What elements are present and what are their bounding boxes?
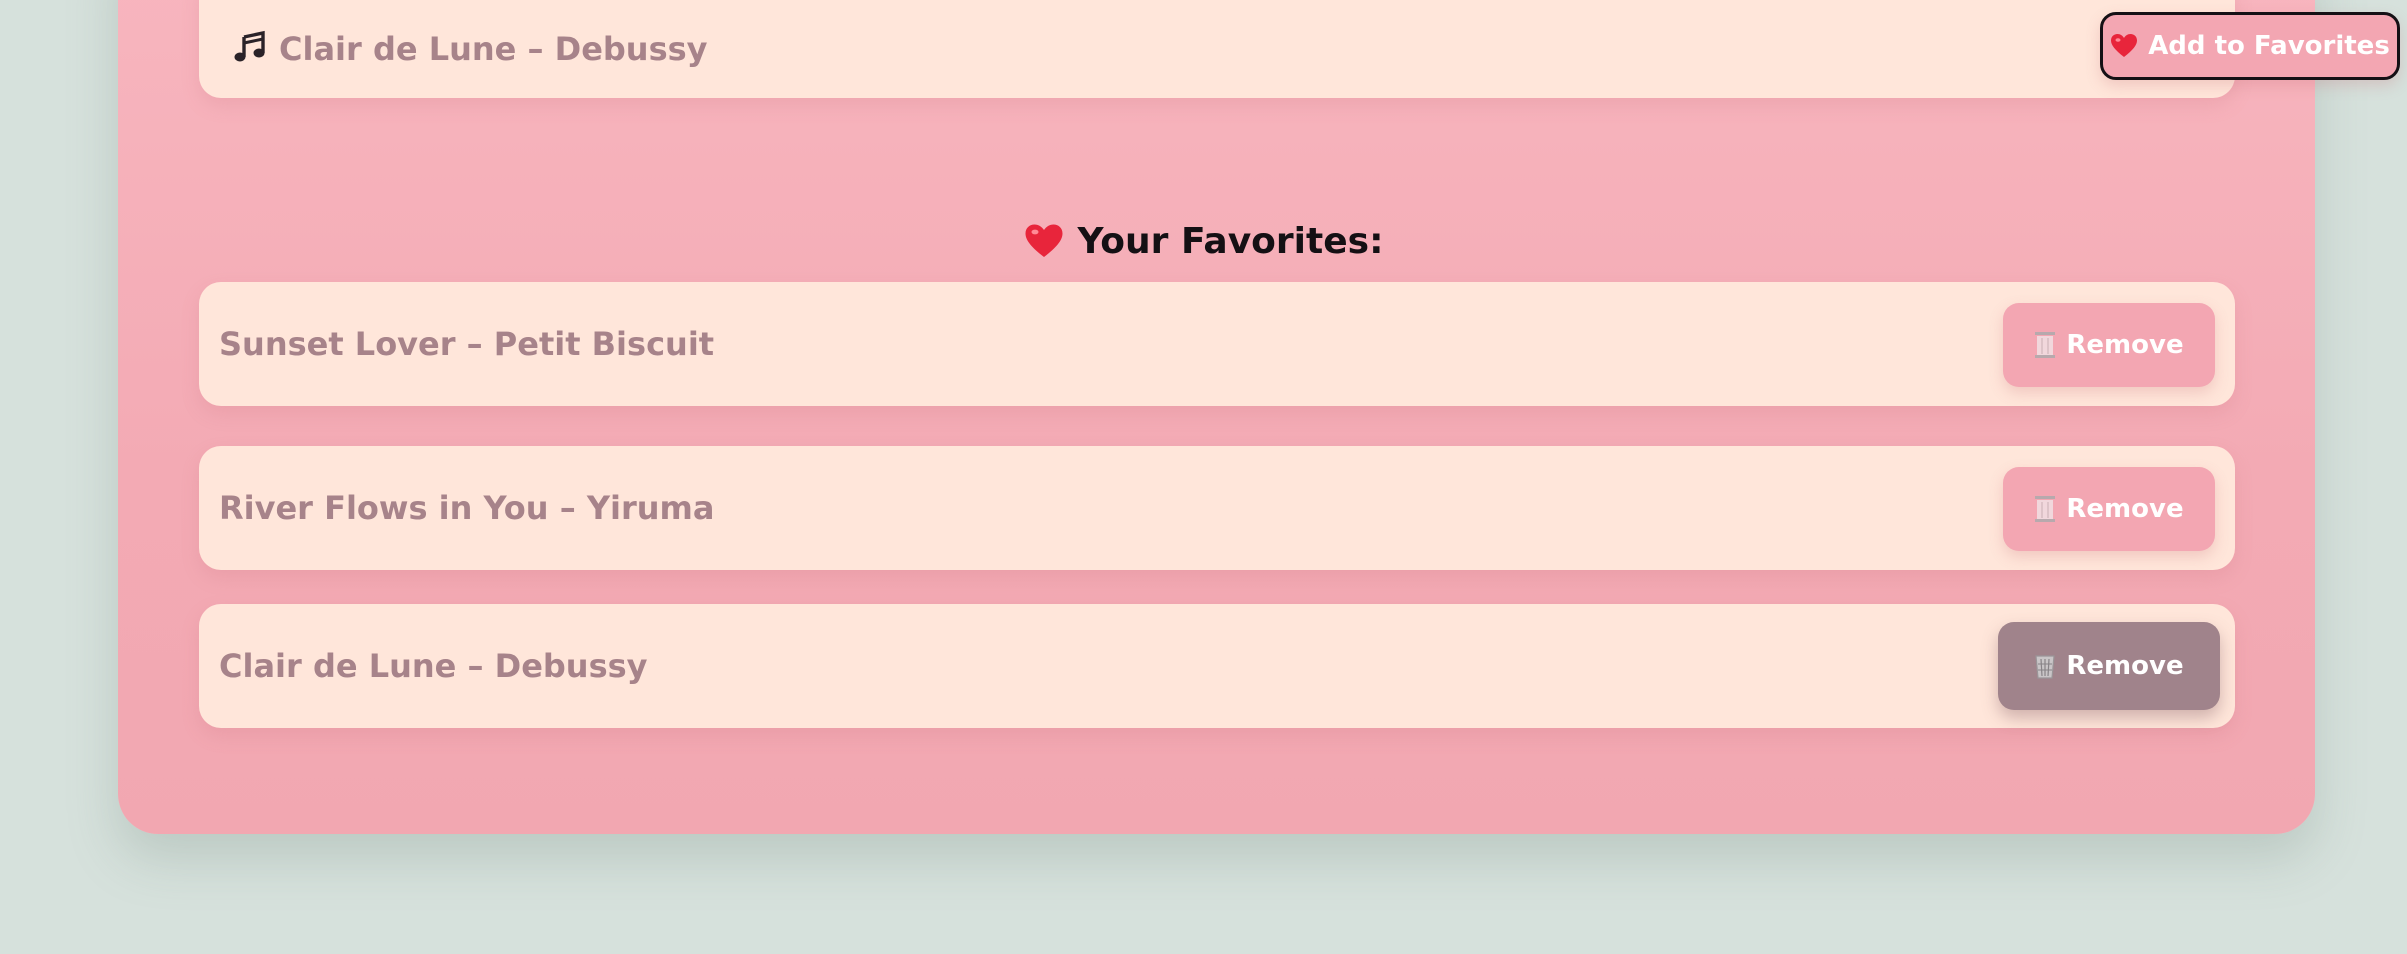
favorite-song: River Flows in You – Yiruma bbox=[219, 489, 715, 527]
music-notes-icon bbox=[234, 30, 265, 62]
favorite-song: Clair de Lune – Debussy bbox=[219, 647, 648, 685]
trash-icon bbox=[2035, 496, 2056, 522]
now-playing-song: Clair de Lune – Debussy bbox=[279, 30, 708, 68]
favorite-item: Sunset Lover – Petit Biscuit Remove bbox=[199, 282, 2235, 406]
remove-button[interactable]: Remove bbox=[2003, 303, 2215, 387]
favorites-heading: Your Favorites: bbox=[0, 216, 2407, 266]
now-playing-row: Clair de Lune – Debussy Add to Favorites bbox=[199, 0, 2400, 98]
add-to-favorites-label: Add to Favorites bbox=[2148, 31, 2390, 61]
remove-label: Remove bbox=[2066, 330, 2184, 360]
heart-icon bbox=[1025, 224, 1063, 257]
remove-label: Remove bbox=[2066, 651, 2184, 681]
favorite-item: River Flows in You – Yiruma Remove bbox=[199, 446, 2235, 570]
heart-icon bbox=[2111, 34, 2138, 57]
favorites-title: Your Favorites: bbox=[1077, 220, 1384, 262]
remove-button[interactable]: Remove bbox=[1998, 622, 2220, 710]
favorite-song: Sunset Lover – Petit Biscuit bbox=[219, 325, 715, 363]
remove-button[interactable]: Remove bbox=[2003, 467, 2215, 551]
trash-icon bbox=[2035, 655, 2056, 679]
trash-icon bbox=[2035, 332, 2056, 358]
remove-label: Remove bbox=[2066, 494, 2184, 524]
add-to-favorites-button[interactable]: Add to Favorites bbox=[2100, 12, 2400, 80]
favorite-item: Clair de Lune – Debussy Remove bbox=[199, 604, 2235, 728]
